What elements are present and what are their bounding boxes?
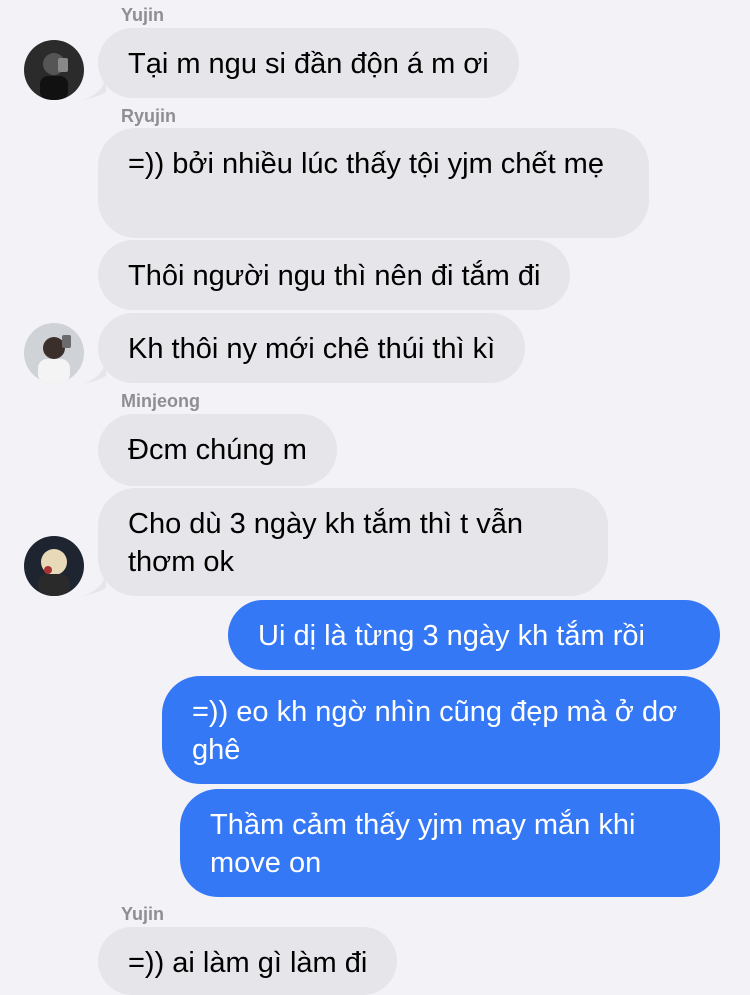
- message-text: Ui dị là từng 3 ngày kh tắm rồi: [258, 620, 645, 652]
- yujin-avatar[interactable]: [24, 40, 84, 100]
- minjeong-avatar[interactable]: [24, 536, 84, 596]
- ryujin-avatar[interactable]: [24, 323, 84, 383]
- bubble-tail: [82, 76, 106, 100]
- message-bubble[interactable]: Thôi người ngu thì nên đi tắm đi: [98, 240, 571, 310]
- message-text: =)) bởi nhiều lúc thấy tội yjm chết mẹ: [128, 148, 604, 180]
- message-text: Đcm chúng m: [128, 434, 307, 466]
- message-text: Kh thôi ny mới chê thúi thì kì: [128, 333, 496, 365]
- message-text: Cho dù 3 ngày kh tắm thì t vẫn thơm ok: [128, 508, 523, 578]
- message-bubble[interactable]: Đcm chúng m: [98, 414, 337, 486]
- message-bubble[interactable]: Cho dù 3 ngày kh tắm thì t vẫn thơm ok: [98, 488, 608, 596]
- message-bubble[interactable]: Tại m ngu si đần độn á m ơi: [98, 28, 519, 98]
- message-bubble[interactable]: Kh thôi ny mới chê thúi thì kì: [98, 313, 526, 383]
- sender-name-ryujin: Ryujin: [121, 106, 177, 126]
- sender-name-yujin: Yujin: [121, 5, 165, 25]
- message-bubble-outgoing[interactable]: Thầm cảm thấy yjm may mắn khi move on: [180, 789, 720, 897]
- sender-name-minjeong: Minjeong: [121, 391, 200, 411]
- bubble-tail: [82, 360, 106, 384]
- message-text: =)) eo kh ngờ nhìn cũng đẹp mà ở dơ ghê: [192, 696, 678, 766]
- message-bubble[interactable]: =)) bởi nhiều lúc thấy tội yjm chết mẹ: [98, 128, 649, 238]
- message-text: Thầm cảm thấy yjm may mắn khi move on: [210, 809, 636, 879]
- bubble-tail: [82, 572, 106, 596]
- message-text: Thôi người ngu thì nên đi tắm đi: [128, 260, 541, 292]
- message-bubble-outgoing[interactable]: =)) eo kh ngờ nhìn cũng đẹp mà ở dơ ghê: [162, 676, 720, 784]
- message-bubble-outgoing[interactable]: Ui dị là từng 3 ngày kh tắm rồi: [228, 600, 720, 670]
- message-bubble[interactable]: =)) ai làm gì làm đi: [98, 927, 398, 995]
- message-text: =)) ai làm gì làm đi: [128, 947, 368, 979]
- sender-name-yujin: Yujin: [121, 904, 165, 924]
- message-text: Tại m ngu si đần độn á m ơi: [128, 48, 489, 80]
